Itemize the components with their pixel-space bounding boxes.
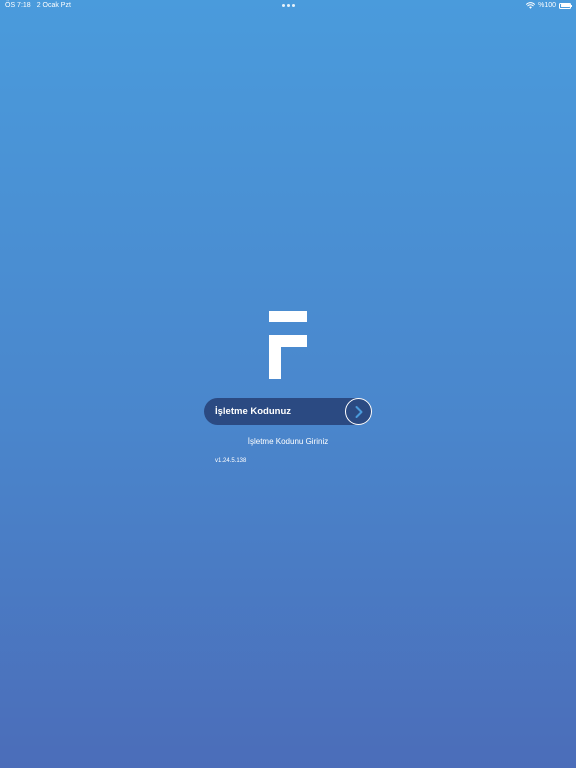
multitasking-dots-icon[interactable] (282, 4, 295, 7)
f-logo-icon (269, 311, 307, 379)
code-hint-text: İşletme Kodunu Giriniz (247, 437, 329, 446)
status-left: ÖS 7:18 2 Ocak Pzt (5, 2, 71, 9)
battery-percent: %100 (538, 2, 556, 9)
battery-icon (559, 2, 572, 9)
business-code-input[interactable] (204, 398, 344, 425)
chevron-right-icon (355, 405, 362, 418)
version-label: v1.24.5.138 (215, 458, 247, 464)
wifi-icon (526, 2, 536, 9)
status-time: ÖS 7:18 (5, 2, 31, 9)
submit-code-button[interactable] (345, 398, 372, 425)
status-right: %100 (526, 2, 572, 9)
status-bar: ÖS 7:18 2 Ocak Pzt %100 (0, 0, 576, 12)
status-date: 2 Ocak Pzt (36, 2, 71, 9)
business-code-field (204, 398, 372, 425)
